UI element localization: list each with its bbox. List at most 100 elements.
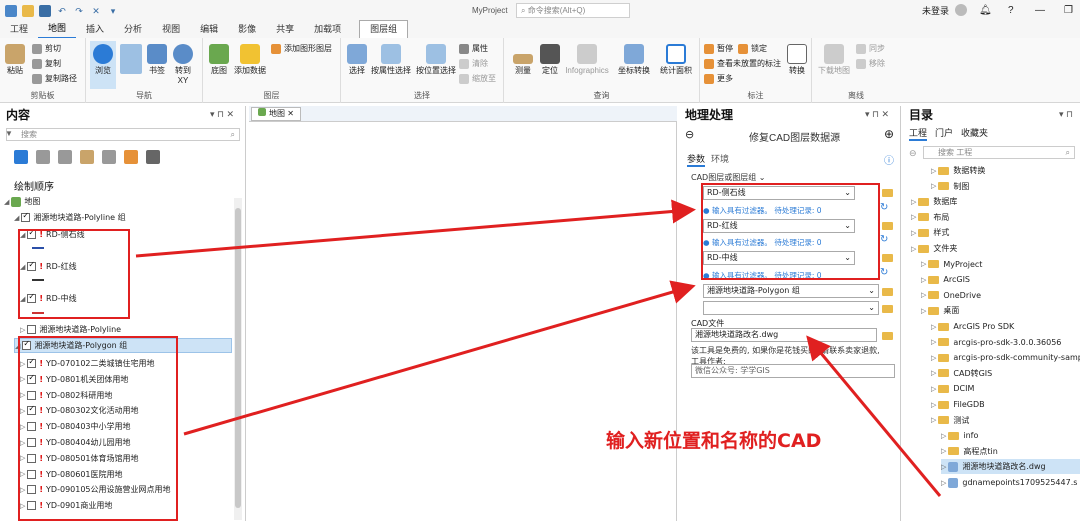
goto-xy-button[interactable]: 转到 XY	[172, 44, 194, 86]
map-view[interactable]: 地图 ✕	[249, 106, 677, 521]
folder-icon[interactable]	[882, 332, 893, 340]
add-graphics-layer-button[interactable]: 添加图形图层	[271, 43, 332, 54]
zoom-to-button[interactable]: 缩放至	[459, 73, 496, 84]
explore-button[interactable]: 浏览	[90, 41, 116, 89]
catalog-item[interactable]: ▷ 桌面	[921, 303, 959, 318]
visibility-checkbox[interactable]	[27, 390, 37, 400]
selection-icon[interactable]	[58, 150, 72, 164]
visibility-checkbox[interactable]	[27, 325, 37, 334]
catalog-item[interactable]: ▷ 数据库	[911, 194, 957, 209]
visibility-checkbox[interactable]	[27, 228, 37, 239]
layer-row[interactable]: ◢!RD-侧石线	[20, 227, 85, 242]
save-icon[interactable]	[39, 4, 51, 17]
input-layer-field[interactable]: RD-红线 ⌄	[703, 219, 855, 233]
catalog-item[interactable]: ▷ 文件夹	[911, 241, 957, 256]
group-polyline[interactable]: ◢湘源地块道路-Polyline 组	[14, 210, 126, 225]
customize-icon[interactable]: ▾	[107, 5, 119, 17]
catalog-item[interactable]: ▷ gdnamepoints1709525447.s	[941, 475, 1077, 490]
pane-menu-icon[interactable]: ▾ ⊓ ✕	[210, 109, 234, 120]
attributes-button[interactable]: 属性	[459, 43, 488, 54]
basemap-button[interactable]: 底图	[207, 44, 231, 76]
group-polygon[interactable]: ◢湘源地块道路-Polygon 组	[14, 338, 232, 353]
restore-icon[interactable]: ❐	[1064, 5, 1073, 16]
visibility-checkbox[interactable]	[27, 373, 37, 384]
tab-map[interactable]: 地图	[38, 20, 77, 39]
unplaced-labels-button[interactable]: 查看未放置的标注	[704, 58, 781, 69]
layer-row[interactable]: ▷! YD-0802科研用地	[20, 388, 112, 403]
contents-search-input[interactable]: ▼ 搜索 ⌕	[5, 128, 240, 141]
catalog-item[interactable]: ▷ 数据转换	[931, 163, 985, 178]
layer-row[interactable]: ▷! YD-0901商业用地	[20, 498, 112, 513]
tab-project[interactable]: 工程	[909, 126, 928, 141]
open-icon[interactable]	[22, 4, 34, 17]
visibility-checkbox[interactable]	[27, 404, 37, 416]
tab-favorites[interactable]: 收藏夹	[961, 126, 988, 141]
add-data-button[interactable]: 添加数据	[233, 44, 267, 76]
locate-button[interactable]: 定位	[540, 44, 560, 76]
layer-row[interactable]: ◢!RD-中线	[20, 291, 77, 306]
editing-icon[interactable]	[80, 150, 94, 164]
catalog-item[interactable]: ▷ arcgis-pro-sdk-community-samp	[931, 350, 1080, 365]
convert-button[interactable]: 转换	[786, 44, 808, 76]
layer-row[interactable]: ▷! YD-080404幼儿园用地	[20, 435, 131, 450]
input-group-field[interactable]: 湘源地块道路-Polygon 组 ⌄	[703, 284, 879, 298]
scrollbar[interactable]	[234, 198, 242, 520]
visibility-checkbox[interactable]	[22, 339, 32, 350]
tab-portal[interactable]: 门户	[935, 126, 953, 141]
pane-menu-icon[interactable]: ▾ ⊓	[1059, 109, 1073, 120]
refresh-icon[interactable]: ↻	[880, 234, 888, 245]
tab-share[interactable]: 共享	[266, 21, 304, 38]
catalog-item[interactable]: ▷ 制图	[931, 179, 969, 194]
redo-icon[interactable]: ↷	[73, 5, 85, 17]
map-node[interactable]: ◢ 地图	[4, 194, 40, 209]
tab-layer-group[interactable]: 图层组	[359, 20, 409, 39]
minimize-icon[interactable]: —	[1035, 5, 1045, 16]
bell-icon[interactable]: 🔔︎	[979, 5, 992, 16]
catalog-item[interactable]: ▷ 高程点tin	[941, 444, 998, 459]
catalog-item[interactable]: ▷ 样式	[911, 225, 949, 240]
help-icon[interactable]: ⓘ	[884, 152, 894, 167]
author-field[interactable]: 微信公众号: 学学GIS	[691, 364, 895, 378]
folder-icon[interactable]	[882, 305, 893, 313]
input-layer-field[interactable]: RD-侧石线 ⌄	[703, 186, 855, 200]
input-layer-field[interactable]: RD-中线 ⌄	[703, 251, 855, 265]
remove-button[interactable]: 移除	[856, 58, 885, 69]
download-map-button[interactable]: 下载地图	[816, 44, 852, 76]
help-icon[interactable]: ?	[1008, 5, 1014, 16]
new-project-icon[interactable]	[5, 4, 17, 17]
empty-input-field[interactable]: ⌄	[703, 301, 879, 315]
lock-button[interactable]: 锁定	[738, 43, 767, 54]
scrollbar-thumb[interactable]	[235, 208, 241, 508]
visibility-checkbox[interactable]	[21, 211, 31, 222]
select-by-location-button[interactable]: 按位置选择	[413, 44, 459, 76]
tab-analysis[interactable]: 分析	[114, 21, 152, 38]
folder-icon[interactable]	[882, 254, 893, 262]
source-icon[interactable]	[36, 150, 50, 164]
folder-icon[interactable]	[882, 222, 893, 230]
back-icon[interactable]: ⊖	[909, 148, 917, 159]
catalog-item[interactable]: ▷ DCIM	[931, 381, 974, 396]
cad-file-input[interactable]: 湘源地块道路改名.dwg	[691, 328, 877, 342]
cut-button[interactable]: 剪切	[32, 43, 61, 54]
clear-button[interactable]: 清除	[459, 58, 488, 69]
layer-row[interactable]: ▷!YD-0801机关团体用地	[20, 372, 128, 387]
catalog-item[interactable]: ▷ 测试	[931, 413, 969, 428]
tab-addins[interactable]: 加载项	[304, 21, 351, 38]
add-icon[interactable]: ⊕	[884, 127, 894, 141]
coord-convert-button[interactable]: 坐标转换	[614, 44, 654, 76]
back-icon[interactable]: ⊖	[685, 128, 694, 141]
catalog-item[interactable]: ▷ ArcGIS	[921, 272, 970, 287]
folder-icon[interactable]	[882, 288, 893, 296]
labeling-icon[interactable]	[124, 150, 138, 164]
catalog-item[interactable]: ▷ arcgis-pro-sdk-3.0.0.36056	[931, 335, 1061, 350]
tab-project[interactable]: 工程	[0, 21, 38, 38]
visibility-checkbox[interactable]	[27, 260, 37, 271]
layer-row[interactable]: ▷!YD-080302文化活动用地	[20, 403, 139, 418]
visibility-checkbox[interactable]	[27, 438, 37, 447]
map-tab[interactable]: 地图 ✕	[251, 107, 301, 121]
refresh-icon[interactable]: ↻	[880, 267, 888, 278]
visibility-checkbox[interactable]	[27, 453, 37, 463]
more-button[interactable]: 更多	[704, 73, 733, 84]
tab-edit[interactable]: 编辑	[190, 21, 228, 38]
visibility-checkbox[interactable]	[27, 501, 37, 511]
